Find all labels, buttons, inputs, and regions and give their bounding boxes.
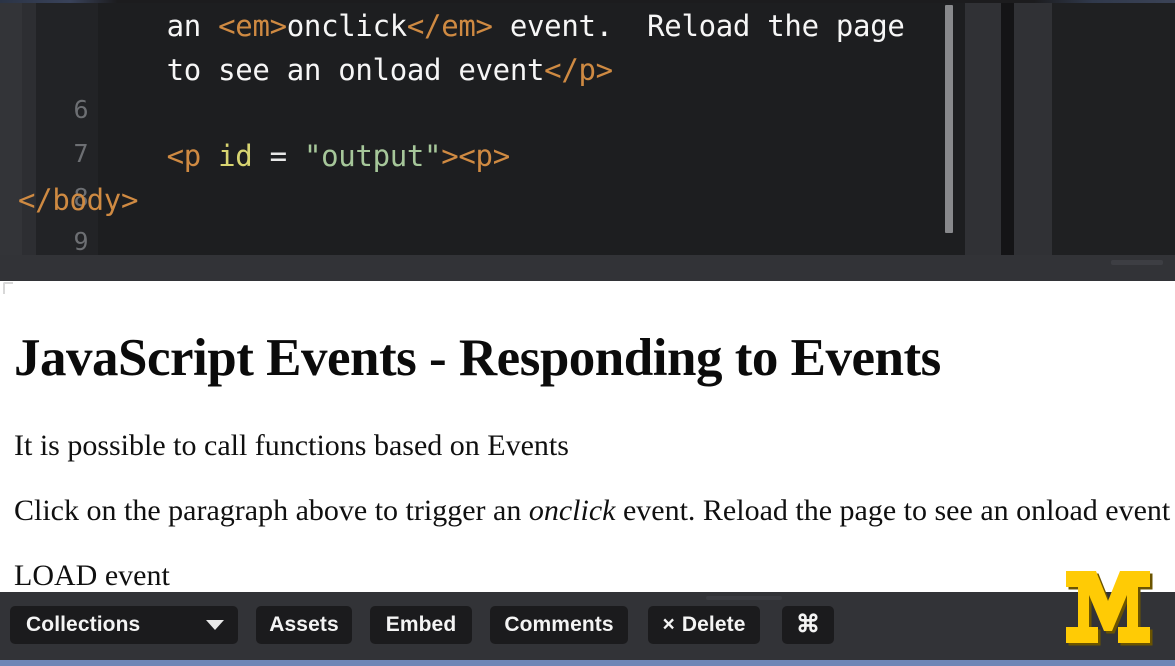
code-line: </body> (18, 183, 138, 217)
delete-label: Delete (681, 613, 746, 636)
code-token-text: onclick (286, 9, 407, 43)
assets-button[interactable]: Assets (256, 606, 352, 644)
command-key-button[interactable]: ⌘ (782, 606, 834, 644)
code-token-text: to see an onload event (98, 53, 545, 87)
code-token-tag: </em> (406, 9, 493, 43)
paragraph-output-load-event: LOAD event (14, 559, 170, 592)
editor-left-rail (0, 3, 22, 255)
embed-label: Embed (385, 613, 457, 636)
embed-button[interactable]: Embed (370, 606, 472, 644)
collections-label: Collections (26, 613, 141, 636)
paragraph-click-instruction: Click on the paragraph above to trigger … (14, 494, 1170, 528)
code-token-attr: id (200, 139, 253, 173)
toolbar-nub (706, 596, 782, 600)
bottom-toolbar: Collections Assets Embed Comments × Dele… (0, 592, 1175, 660)
code-token-text: an (98, 9, 219, 43)
editor-right-panel-divider (1001, 3, 1014, 255)
editor-left-rail-secondary (22, 3, 36, 255)
university-of-michigan-logo (1062, 569, 1154, 647)
editor-right-panel-b (1014, 3, 1052, 255)
paragraph-intro: It is possible to call functions based o… (14, 429, 569, 462)
code-token-op: = (252, 139, 304, 173)
bottom-accent-strip (0, 660, 1175, 666)
onclick-emphasis: onclick (528, 494, 616, 527)
code-line: to see an onload event</p> (98, 53, 613, 87)
comments-button[interactable]: Comments (490, 606, 628, 644)
editor-vertical-scrollbar-thumb[interactable] (945, 5, 953, 233)
code-token-tag: </body> (18, 183, 139, 217)
close-icon: × (662, 613, 675, 636)
paragraph-click-after: event. Reload the page to see an onload … (615, 494, 1171, 527)
editor-status-bar (0, 255, 1175, 281)
code-token-text: event. Reload the page (492, 9, 905, 43)
chevron-down-icon (206, 620, 224, 630)
line-number: 7 (73, 139, 88, 168)
delete-button[interactable]: × Delete (648, 606, 760, 644)
editor-line-number-gutter: 6 7 8 9 (36, 3, 98, 255)
code-token-tag: <em> (218, 9, 287, 43)
editor-right-panel-c (1052, 3, 1175, 255)
collections-dropdown-button[interactable]: Collections (10, 606, 238, 644)
line-number: 9 (73, 227, 88, 255)
comments-label: Comments (504, 613, 614, 636)
code-token-tag: ><p> (441, 139, 510, 173)
code-token-tag: <p (166, 139, 202, 173)
code-token-string: "output" (303, 139, 442, 173)
code-line: an <em>onclick</em> event. Reload the pa… (98, 9, 905, 43)
status-bar-nub (1111, 260, 1163, 265)
code-line: <p id = "output"><p> (98, 139, 511, 173)
assets-label: Assets (269, 613, 339, 636)
code-editor-pane[interactable]: 6 7 8 9 an <em>onclick</em> event. Reloa… (0, 3, 1175, 255)
editor-right-panel-a (965, 3, 1001, 255)
screen-root: 6 7 8 9 an <em>onclick</em> event. Reloa… (0, 0, 1175, 666)
page-corner-marker-icon (3, 282, 13, 294)
code-token-tag: </p> (544, 53, 613, 87)
editor-code-text-area[interactable]: an <em>onclick</em> event. Reload the pa… (18, 3, 948, 255)
paragraph-click-before: Click on the paragraph above to trigger … (14, 494, 529, 527)
line-number: 6 (73, 95, 88, 124)
browser-preview-pane[interactable]: JavaScript Events - Responding to Events… (0, 281, 1175, 592)
page-title: JavaScript Events - Responding to Events (14, 328, 941, 387)
command-icon: ⌘ (795, 611, 821, 638)
